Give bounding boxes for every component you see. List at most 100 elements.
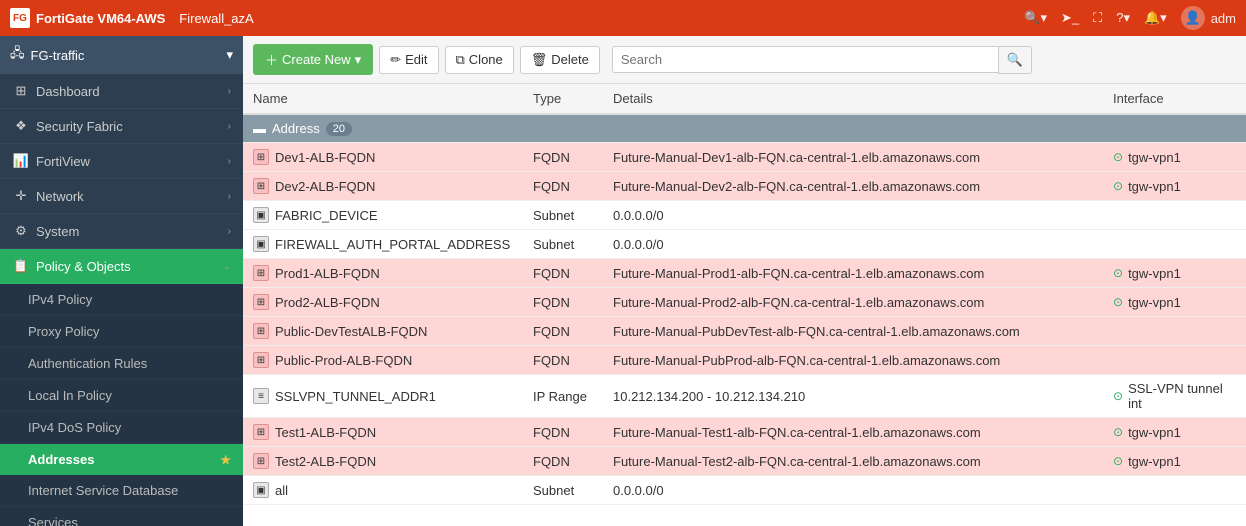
create-new-label: Create New [282,52,351,67]
sidebar-item-internet-service-db[interactable]: Internet Service Database [0,475,243,507]
delete-icon: 🗑 [531,52,548,68]
address-interface: ⊙tgw-vpn1 [1103,447,1246,476]
address-details: Future-Manual-Test1-alb-FQN.ca-central-1… [603,418,1103,447]
sidebar-item-label: Network [36,189,228,204]
interface-name: tgw-vpn1 [1128,295,1181,310]
user-avatar: 👤 [1181,6,1205,30]
ipv4-policy-label: IPv4 Policy [28,292,92,307]
col-interface[interactable]: Interface [1103,84,1246,114]
chevron-icon: › [228,226,231,237]
edit-icon: ✏ [390,52,401,68]
interface-indicator-icon: ⊙ [1113,150,1123,164]
address-details: Future-Manual-Prod2-alb-FQN.ca-central-1… [603,288,1103,317]
address-interface [1103,230,1246,259]
fullscreen-icon[interactable]: ⛶ [1093,10,1102,26]
toolbar: ＋ Create New ▾ ✏ Edit ⧉ Clone 🗑 Delete 🔍 [243,36,1246,84]
username: adm [1211,11,1236,26]
sidebar-item-label: System [36,224,228,239]
table-row[interactable]: ⊞Prod2-ALB-FQDNFQDNFuture-Manual-Prod2-a… [243,288,1246,317]
table-row[interactable]: ⊞Dev1-ALB-FQDNFQDNFuture-Manual-Dev1-alb… [243,143,1246,172]
sidebar-item-proxy-policy[interactable]: Proxy Policy [0,316,243,348]
sidebar-dropdown[interactable]: 🖧 FG-traffic ▾ [0,36,243,74]
address-name: Test1-ALB-FQDN [275,425,376,440]
addresses-table: Name Type Details Interface ▬ Address [243,84,1246,526]
col-name[interactable]: Name [243,84,523,114]
topbar-logo: FG FortiGate VM64-AWS [10,8,165,28]
sidebar-item-local-in-policy[interactable]: Local In Policy [0,380,243,412]
addresses-label: Addresses [28,452,94,467]
sidebar-item-network[interactable]: ✛ Network › [0,179,243,214]
interface-name: SSL-VPN tunnel int [1128,381,1236,411]
user-menu[interactable]: 👤 adm [1181,6,1236,30]
main-content: ＋ Create New ▾ ✏ Edit ⧉ Clone 🗑 Delete 🔍 [243,36,1246,526]
sidebar-item-addresses[interactable]: Addresses ★ [0,444,243,475]
table-row[interactable]: ▣allSubnet0.0.0.0/0 [243,476,1246,505]
table-row[interactable]: ⊞Public-DevTestALB-FQDNFQDNFuture-Manual… [243,317,1246,346]
address-name: FABRIC_DEVICE [275,208,378,223]
table-row[interactable]: ⊞Public-Prod-ALB-FQDNFQDNFuture-Manual-P… [243,346,1246,375]
address-interface [1103,476,1246,505]
proxy-policy-label: Proxy Policy [28,324,100,339]
table-row[interactable]: ⊞Test2-ALB-FQDNFQDNFuture-Manual-Test2-a… [243,447,1246,476]
sidebar-item-security-fabric[interactable]: ❖ Security Fabric › [0,109,243,144]
col-details[interactable]: Details [603,84,1103,114]
sidebar-item-auth-rules[interactable]: Authentication Rules [0,348,243,380]
bell-icon[interactable]: 🔔▾ [1144,10,1167,26]
dropdown-chevron-icon: ▾ [226,47,233,63]
chevron-icon: › [228,86,231,97]
help-icon[interactable]: ?▾ [1116,10,1130,26]
address-details: 0.0.0.0/0 [603,201,1103,230]
address-type-icon: ⊞ [253,453,269,469]
sidebar-item-fortiview[interactable]: 📊 FortiView › [0,144,243,179]
table-row[interactable]: ▣FIREWALL_AUTH_PORTAL_ADDRESSSubnet0.0.0… [243,230,1246,259]
search-icon[interactable]: 🔍▾ [1024,10,1047,26]
address-type-icon: ▣ [253,236,269,252]
security-fabric-icon: ❖ [12,118,30,134]
search-button[interactable]: 🔍 [998,46,1032,74]
edit-button[interactable]: ✏ Edit [379,46,438,74]
policy-objects-icon: 📋 [12,258,30,274]
table-row[interactable]: ≡SSLVPN_TUNNEL_ADDR1IP Range10.212.134.2… [243,375,1246,418]
address-interface: ⊙tgw-vpn1 [1103,172,1246,201]
create-new-button[interactable]: ＋ Create New ▾ [253,44,373,75]
delete-button[interactable]: 🗑 Delete [520,46,600,74]
address-interface [1103,201,1246,230]
search-input[interactable] [612,46,998,73]
address-type-icon: ⊞ [253,352,269,368]
col-type[interactable]: Type [523,84,603,114]
sidebar-item-policy-objects[interactable]: 📋 Policy & Objects ⌄ [0,249,243,284]
table-row[interactable]: ⊞Test1-ALB-FQDNFQDNFuture-Manual-Test1-a… [243,418,1246,447]
address-type-icon: ⊞ [253,149,269,165]
dashboard-icon: ⊞ [12,83,30,99]
table-row[interactable]: ▣FABRIC_DEVICESubnet0.0.0.0/0 [243,201,1246,230]
sidebar-item-label: Dashboard [36,84,228,99]
fortiview-icon: 📊 [12,153,30,169]
address-interface [1103,317,1246,346]
address-name: Prod2-ALB-FQDN [275,295,380,310]
terminal-icon[interactable]: ➤_ [1061,10,1079,26]
address-type: FQDN [523,288,603,317]
clone-button[interactable]: ⧉ Clone [445,46,514,74]
ipv4-dos-policy-label: IPv4 DoS Policy [28,420,121,435]
address-interface: ⊙SSL-VPN tunnel int [1103,375,1246,418]
create-dropdown-icon: ▾ [355,52,362,68]
address-details: Future-Manual-Dev1-alb-FQN.ca-central-1.… [603,143,1103,172]
sidebar-item-services[interactable]: Services [0,507,243,526]
address-group-header[interactable]: ▬ Address 20 [243,114,1246,143]
sidebar-item-ipv4-policy[interactable]: IPv4 Policy [0,284,243,316]
sidebar-item-system[interactable]: ⚙ System › [0,214,243,249]
clone-label: Clone [469,52,503,67]
fortigate-logo-icon: FG [10,8,30,28]
sidebar-item-dashboard[interactable]: ⊞ Dashboard › [0,74,243,109]
table-row[interactable]: ⊞Prod1-ALB-FQDNFQDNFuture-Manual-Prod1-a… [243,259,1246,288]
dropdown-label: FG-traffic [31,48,85,63]
sidebar-item-label: Security Fabric [36,119,228,134]
sidebar-item-ipv4-dos-policy[interactable]: IPv4 DoS Policy [0,412,243,444]
address-type: FQDN [523,259,603,288]
internet-service-db-label: Internet Service Database [28,483,178,498]
search-icon: 🔍 [1007,52,1023,67]
interface-indicator-icon: ⊙ [1113,179,1123,193]
interface-indicator-icon: ⊙ [1113,295,1123,309]
table-row[interactable]: ⊞Dev2-ALB-FQDNFQDNFuture-Manual-Dev2-alb… [243,172,1246,201]
edit-label: Edit [405,52,427,67]
